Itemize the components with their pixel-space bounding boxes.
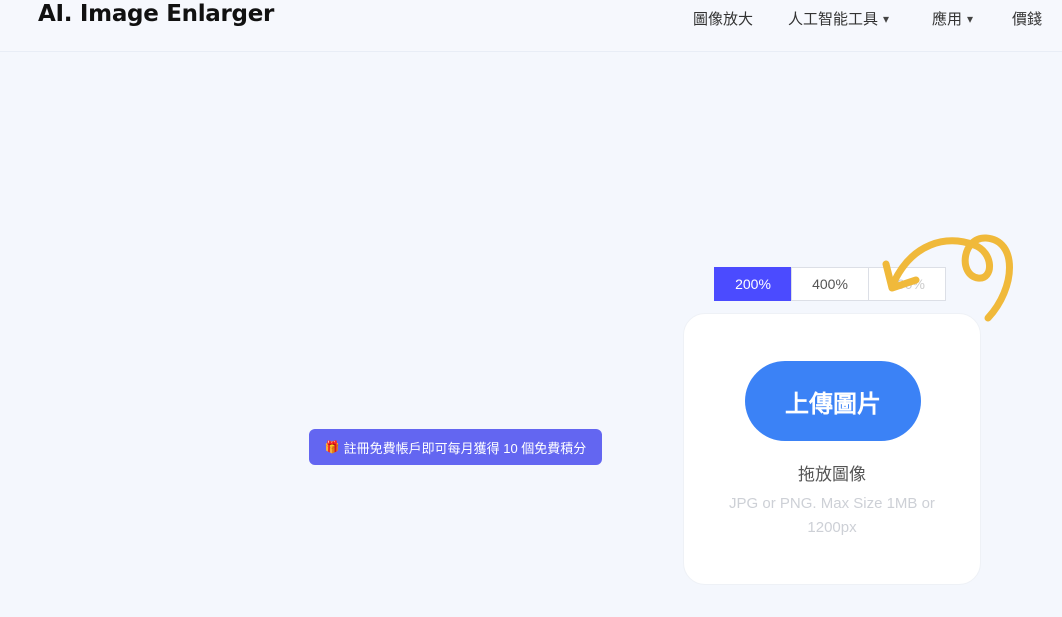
nav-item-apps[interactable]: 應用 ▾ [932, 8, 973, 29]
nav-item-label: 應用 [932, 11, 963, 28]
nav-item-enlarge[interactable]: 圖像放大 [693, 8, 753, 29]
top-header: AI. Image Enlarger 圖像放大 人工智能工具 ▾ 應用 ▾ 價錢 [0, 0, 1062, 52]
nav-item-ai-tools[interactable]: 人工智能工具 ▾ [788, 8, 889, 29]
upload-hint: JPG or PNG. Max Size 1MB or 1200px [729, 495, 935, 536]
nav-item-label: 圖像放大 [693, 11, 754, 28]
gift-icon: 🎁 [324, 440, 340, 454]
chevron-down-icon: ▾ [967, 11, 974, 26]
scale-option-400[interactable]: 400% [791, 267, 869, 301]
scale-option-200[interactable]: 200% [714, 267, 792, 301]
chevron-down-icon: ▾ [883, 11, 890, 26]
drop-zone-label: 拖放圖像 [798, 465, 866, 484]
upload-card[interactable]: 上傳圖片 拖放圖像 JPG or PNG. Max Size 1MB or 12… [683, 313, 981, 585]
upload-image-button[interactable]: 上傳圖片 [745, 361, 921, 441]
nav-item-pricing[interactable]: 價錢 [1012, 8, 1042, 29]
nav-item-label: 人工智能工具 [788, 11, 879, 28]
nav-item-label: 價錢 [1012, 11, 1043, 28]
curly-arrow-icon [882, 234, 1013, 322]
signup-promo-badge[interactable]: 🎁 註冊免費帳戶即可每月獲得 10 個免費積分 [309, 429, 602, 465]
brand-logo[interactable]: AI. Image Enlarger [38, 1, 274, 27]
promo-text: 註冊免費帳戶即可每月獲得 10 個免費積分 [343, 440, 587, 456]
page: AI. Image Enlarger 圖像放大 人工智能工具 ▾ 應用 ▾ 價錢… [0, 0, 1062, 617]
